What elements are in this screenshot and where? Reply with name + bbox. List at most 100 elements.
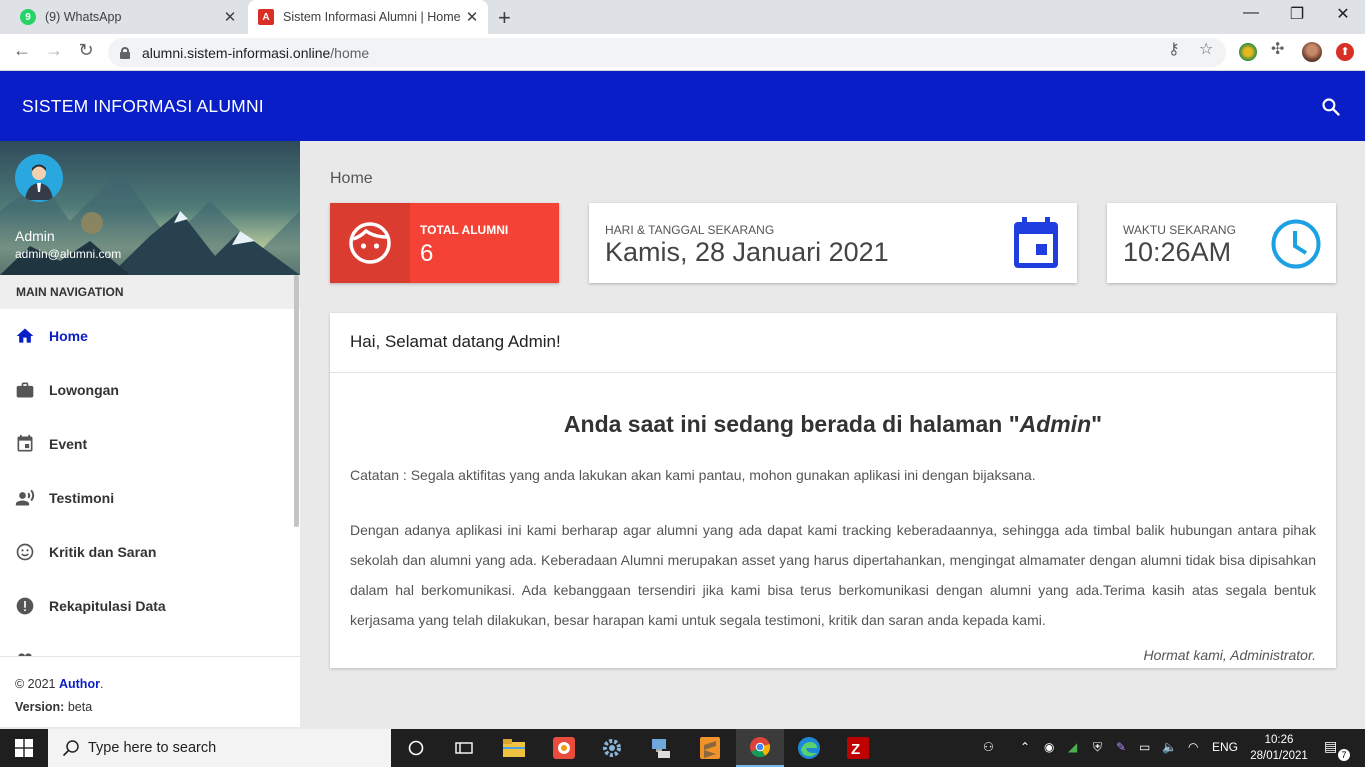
show-hidden-icons-icon[interactable]: ⌃ [1020,740,1030,754]
date-label: HARI & TANGGAL SEKARANG [605,223,775,237]
lock-icon[interactable] [120,46,130,59]
bookmark-star-icon[interactable]: ☆ [1199,39,1213,59]
version-line: Version: beta [15,696,285,719]
minimize-button[interactable]: — [1228,4,1274,22]
avatar[interactable] [15,154,63,202]
profile-avatar[interactable] [1302,42,1322,62]
sidebar-item-home[interactable]: Home [0,309,300,363]
signature: Hormat kami, Administrator. [1143,647,1316,663]
taskbar-clock[interactable]: 10:26 28/01/2021 [1250,732,1308,764]
sidebar-item-kritik-dan-saran[interactable]: Kritik dan Saran [0,525,300,579]
cortana-button[interactable] [392,729,440,767]
record-voice-icon [15,489,35,506]
browser-toolbar: ← → ↻ alumni.sistem-informasi.online/hom… [0,34,1365,71]
search-icon [62,740,79,757]
user-name: Admin [15,228,55,244]
wifi-icon[interactable]: ◠ [1188,740,1198,754]
sidebar-item-rekapitulasi-data[interactable]: Rekapitulasi Data [0,579,300,633]
settings-app-button[interactable] [588,729,636,767]
time-label: WAKTU SEKARANG [1123,223,1236,237]
file-explorer-button[interactable] [490,729,538,767]
sidebar-item-testimoni[interactable]: Testimoni [0,471,300,525]
reload-button[interactable]: ↻ [74,40,98,61]
search-icon[interactable] [1321,97,1341,117]
welcome-body: Anda saat ini sedang berada di halaman "… [330,411,1336,663]
back-button[interactable]: ← [10,40,34,61]
forward-button[interactable]: → [42,40,66,61]
svg-text:Z: Z [851,741,860,758]
clock-icon [1271,219,1321,269]
sidebar-item-partial[interactable] [0,633,300,656]
folder-icon [503,739,525,757]
note-text: Catatan : Segala aktifitas yang anda lak… [350,467,1036,483]
people-icon[interactable]: ⚇ [983,740,994,754]
sidebar-item-event[interactable]: Event [0,417,300,471]
task-view-button[interactable] [440,729,488,767]
security-shield-icon[interactable]: ⛨ [1093,740,1102,755]
home-icon [16,328,34,343]
extension-globe-icon[interactable] [1239,43,1257,61]
heading-prefix: Anda saat ini sedang berada di halaman " [563,411,1020,437]
sidebar-item-label: Home [49,328,88,344]
tab-whatsapp[interactable]: 9 (9) WhatsApp ✕ [8,0,246,34]
network-computer-icon [652,739,670,758]
paint-app-button[interactable] [540,729,588,767]
close-window-button[interactable]: ✕ [1320,4,1365,24]
tray-app-icon[interactable]: ◢ [1068,740,1077,754]
address-bar[interactable]: alumni.sistem-informasi.online/home [108,38,1226,67]
language-indicator[interactable]: ENG [1212,740,1238,754]
update-icon[interactable]: ⬆ [1336,43,1354,61]
calendar-event-icon [1014,217,1058,268]
filezilla-button[interactable]: Z [834,729,882,767]
version-value: beta [67,700,93,714]
calendar-icon [17,434,33,452]
sidebar-item-label: Rekapitulasi Data [49,598,166,614]
sidebar-scrollbar[interactable] [294,275,299,527]
task-view-icon [455,742,473,754]
tray-pen-icon[interactable]: ✎ [1116,740,1126,754]
search-placeholder: Type here to search [88,740,217,756]
edge-button[interactable] [785,729,833,767]
sidebar-item-lowongan[interactable]: Lowongan [0,363,300,417]
page-heading: Anda saat ini sedang berada di halaman "… [350,411,1316,438]
description-paragraph: Dengan adanya aplikasi ini kami berharap… [350,522,1316,628]
clock-date: 28/01/2021 [1250,750,1308,762]
date-value: Kamis, 28 Januari 2021 [605,237,889,267]
time-box: WAKTU SEKARANG 10:26AM [1107,203,1336,283]
volume-icon[interactable]: 🔈 [1162,740,1177,754]
notification-icon[interactable]: ▤ [1324,738,1337,755]
browser-tab-bar: 9 (9) WhatsApp ✕ A Sistem Informasi Alum… [0,0,1365,34]
sidebar-item-label: Lowongan [49,382,119,398]
heading-role: Admin [1019,411,1092,437]
breadcrumb: Home [330,170,373,187]
restore-button[interactable]: ❐ [1274,4,1320,24]
battery-icon[interactable]: ▭ [1139,740,1150,754]
chrome-button[interactable] [736,729,784,767]
welcome-title: Hai, Selamat datang Admin! [330,313,1336,373]
clock-time: 10:26 [1264,734,1294,746]
face-icon [330,203,410,283]
user-email: admin@alumni.com [15,247,122,261]
smiley-icon [16,543,34,561]
extensions-puzzle-icon[interactable]: ✣ [1271,39,1284,59]
copyright-text: © 2021 [15,677,56,691]
tab-sistem-informasi-alumni[interactable]: A Sistem Informasi Alumni | Home ✕ [248,0,488,34]
sidebar-footer: © 2021 Author. Version: beta [0,656,300,727]
tray-app-icon[interactable]: ◉ [1044,740,1054,754]
sidebar: Admin admin@alumni.com MAIN NAVIGATION H… [0,141,300,727]
sublime-text-button[interactable] [686,729,734,767]
close-tab-icon[interactable]: ✕ [460,8,484,26]
notification-count-badge: 7 [1338,749,1350,761]
key-icon[interactable]: ⚷ [1168,39,1180,59]
app-brand[interactable]: SISTEM INFORMASI ALUMNI [22,96,264,117]
total-alumni-box: TOTAL ALUMNI 6 [330,203,559,283]
network-app-button[interactable] [637,729,685,767]
whatsapp-icon: 9 [20,9,36,25]
author-link[interactable]: Author [59,677,100,691]
new-tab-button[interactable]: + [498,5,511,31]
start-button[interactable] [0,729,48,767]
version-label: Version: [15,700,65,714]
close-tab-icon[interactable]: ✕ [218,8,242,26]
sidebar-item-label: Kritik dan Saran [49,544,157,560]
taskbar-search-box[interactable]: Type here to search [48,729,391,767]
